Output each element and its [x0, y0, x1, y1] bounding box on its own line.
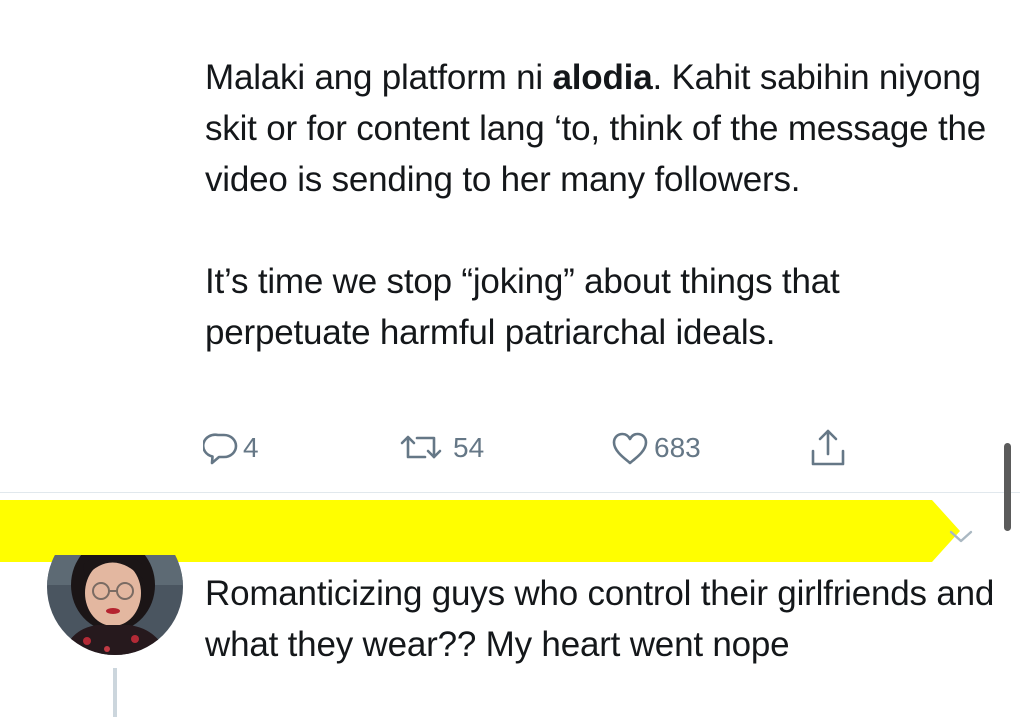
- tweet-text-segment: Malaki ang platform ni: [205, 58, 553, 97]
- chevron-down-icon[interactable]: [948, 527, 974, 550]
- reply-icon: [203, 430, 239, 466]
- like-button[interactable]: 683: [610, 424, 701, 472]
- reply-count: 4: [243, 432, 259, 463]
- tweet-paragraph-2: It’s time we stop “joking” about things …: [205, 262, 840, 352]
- redaction-band: [0, 500, 960, 562]
- share-button[interactable]: [807, 424, 849, 472]
- retweet-icon: [399, 430, 455, 466]
- heart-icon: [610, 430, 650, 466]
- tweet-text: Malaki ang platform ni alodia. Kahit sab…: [205, 52, 995, 358]
- reply-button[interactable]: 4: [203, 424, 259, 472]
- share-icon: [807, 427, 849, 469]
- mention-link[interactable]: alodia: [553, 58, 653, 97]
- thread-line: [113, 668, 117, 717]
- scrollbar-thumb[interactable]: [1004, 443, 1011, 531]
- retweet-count: 54: [453, 432, 485, 463]
- like-count: 683: [654, 432, 701, 463]
- retweet-button[interactable]: 54: [399, 424, 484, 472]
- tweet-divider: [0, 492, 1020, 493]
- tweet-paragraph-1: Malaki ang platform ni alodia. Kahit sab…: [205, 52, 995, 205]
- avatar[interactable]: [47, 555, 183, 659]
- reply-tweet-text: Romanticizing guys who control their gir…: [205, 574, 995, 664]
- tweet-action-bar: 4 54 683: [203, 424, 863, 472]
